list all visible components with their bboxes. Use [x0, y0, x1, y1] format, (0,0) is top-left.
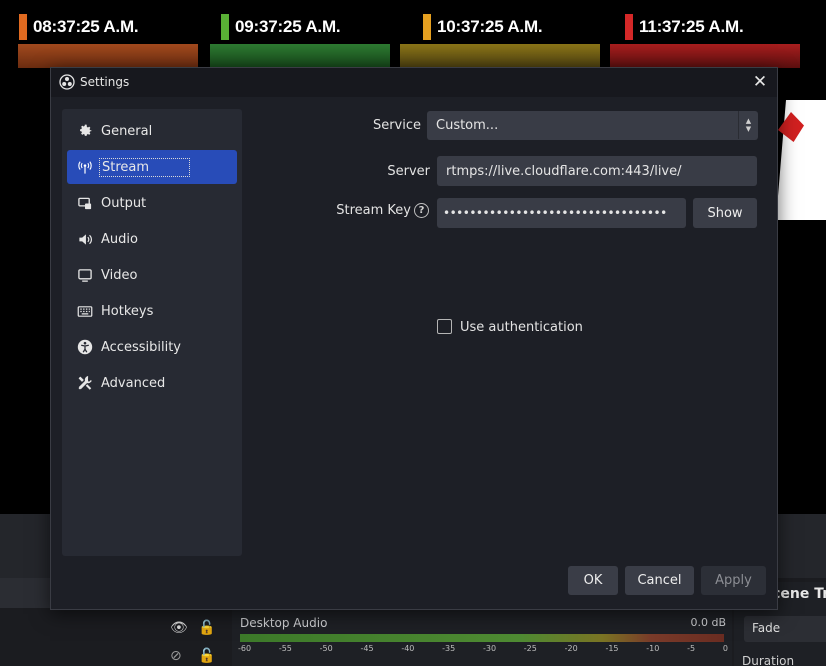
sidebar-item-label: Output — [101, 195, 147, 211]
output-icon — [76, 195, 94, 211]
sidebar-item-hotkeys[interactable]: Hotkeys — [67, 294, 237, 328]
cancel-button[interactable]: Cancel — [625, 566, 694, 595]
scene-band-orange — [18, 44, 198, 68]
monitor-icon — [76, 267, 94, 283]
sidebar-item-label: Hotkeys — [101, 303, 154, 319]
stream-key-input[interactable]: •••••••••••••••••••••••••••••••••• — [437, 198, 686, 228]
clock-1: 08:37:25 A.M. — [19, 14, 139, 40]
clock-1-color-bar — [19, 14, 27, 40]
meter-tick: -45 — [360, 644, 374, 653]
stream-key-value: •••••••••••••••••••••••••••••••••• — [443, 206, 667, 220]
lock-icon[interactable]: 🔓 — [198, 620, 215, 636]
meter-tick: -35 — [442, 644, 456, 653]
clock-4-color-bar — [625, 14, 633, 40]
apply-button[interactable]: Apply — [701, 566, 766, 595]
antenna-icon — [76, 159, 94, 175]
sidebar-item-label: Video — [101, 267, 138, 283]
meter-tick: -30 — [482, 644, 497, 653]
use-authentication-label[interactable]: Use authentication — [460, 320, 583, 335]
close-icon[interactable]: ✕ — [749, 71, 771, 93]
service-value: Custom... — [436, 118, 499, 133]
meter-tick: 0 — [722, 644, 728, 653]
sidebar-item-audio[interactable]: Audio — [67, 222, 237, 256]
transition-select[interactable]: Fade — [744, 616, 826, 642]
volume-meter — [240, 634, 724, 642]
meter-tick: -50 — [319, 644, 333, 653]
clock-2-color-bar — [221, 14, 229, 40]
accessibility-icon — [76, 339, 94, 355]
use-authentication-checkbox[interactable] — [437, 319, 452, 334]
meter-tick: -20 — [564, 644, 578, 653]
show-key-button[interactable]: Show — [693, 198, 757, 228]
service-select[interactable]: Custom... ▲ ▼ — [427, 111, 758, 140]
clock-2: 09:37:25 A.M. — [221, 14, 341, 40]
obs-logo-icon — [59, 74, 75, 90]
server-label: Server — [387, 164, 430, 179]
service-label: Service — [372, 118, 421, 133]
dialog-titlebar[interactable]: Settings ✕ — [51, 68, 777, 97]
ok-button[interactable]: OK — [568, 566, 618, 595]
meter-ticks: -60 -55 -50 -45 -40 -35 -30 -25 -20 -15 … — [238, 644, 728, 653]
sidebar-item-accessibility[interactable]: Accessibility — [67, 330, 237, 364]
combo-arrows-icon: ▲ ▼ — [738, 111, 758, 139]
gear-icon — [76, 123, 94, 139]
eye-icon[interactable]: 👁 — [170, 620, 188, 636]
meter-tick: -5 — [687, 644, 696, 653]
meter-tick: -15 — [605, 644, 619, 653]
dialog-title: Settings — [80, 75, 130, 89]
meter-tick: -10 — [646, 644, 660, 653]
settings-dialog: Settings ✕ General Stream Output Audio V… — [50, 67, 778, 610]
clock-4: 11:37:25 A.M. — [625, 14, 744, 40]
scene-band-yellow — [400, 44, 600, 68]
clock-3: 10:37:25 A.M. — [423, 14, 543, 40]
help-icon[interactable]: ? — [414, 203, 429, 218]
meter-tick: -40 — [401, 644, 415, 653]
mixer-level: 0.0 dB — [690, 616, 726, 629]
server-value: rtmps://live.cloudflare.com:443/live/ — [446, 163, 682, 179]
sidebar-item-label: General — [101, 123, 153, 139]
tools-icon — [76, 375, 94, 391]
duration-label: Duration — [742, 654, 795, 666]
clock-3-color-bar — [423, 14, 431, 40]
settings-sidebar: General Stream Output Audio Video Hotkey… — [62, 109, 242, 556]
audio-mixer: Desktop Audio 0.0 dB -60 -55 -50 -45 -40… — [232, 608, 732, 666]
sidebar-item-output[interactable]: Output — [67, 186, 237, 220]
sidebar-item-label: Stream — [99, 157, 191, 177]
eye-hidden-icon[interactable]: ⊘ — [170, 648, 182, 664]
meter-tick: -55 — [278, 644, 292, 653]
sidebar-item-video[interactable]: Video — [67, 258, 237, 292]
scene-graphic-white — [776, 100, 826, 220]
meter-tick: -60 — [238, 644, 252, 653]
keyboard-icon — [76, 303, 94, 319]
clock-1-time: 08:37:25 A.M. — [33, 17, 139, 36]
clock-4-time: 11:37:25 A.M. — [639, 17, 744, 36]
lock-icon-2[interactable]: 🔓 — [198, 648, 215, 664]
sidebar-item-label: Accessibility — [101, 339, 181, 355]
clock-3-time: 10:37:25 A.M. — [437, 17, 543, 36]
sidebar-item-label: Audio — [101, 231, 138, 247]
meter-tick: -25 — [523, 644, 537, 653]
scene-band-red — [610, 44, 800, 68]
sidebar-item-label: Advanced — [101, 375, 166, 391]
stream-key-label: Stream Key — [336, 203, 411, 218]
speaker-icon — [76, 231, 94, 247]
clock-2-time: 09:37:25 A.M. — [235, 17, 341, 36]
sidebar-item-advanced[interactable]: Advanced — [67, 366, 237, 400]
server-input[interactable]: rtmps://live.cloudflare.com:443/live/ — [437, 156, 757, 186]
mixer-source-label: Desktop Audio — [240, 616, 328, 630]
sidebar-item-general[interactable]: General — [67, 114, 237, 148]
sidebar-item-stream[interactable]: Stream — [67, 150, 237, 184]
scene-band-green — [210, 44, 390, 68]
